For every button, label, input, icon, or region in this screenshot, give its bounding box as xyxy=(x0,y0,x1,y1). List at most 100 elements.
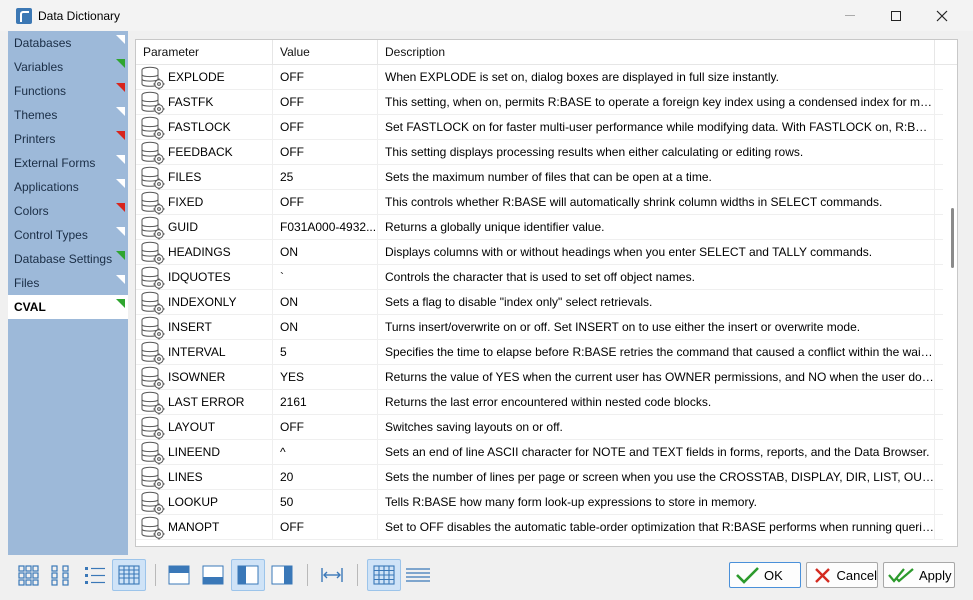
value-cell[interactable]: F031A000-4932... xyxy=(273,215,378,240)
sidebar-item-external-forms[interactable]: External Forms xyxy=(8,151,128,175)
table-row[interactable]: MANOPT OFF Set to OFF disables the automat… xyxy=(136,515,957,540)
table-row[interactable]: FIXED OFF This controls whether R:BASE wil… xyxy=(136,190,957,215)
table-row[interactable]: INDEXONLY ON Sets a flag to disable "index… xyxy=(136,290,957,315)
value-cell[interactable]: ^ xyxy=(273,440,378,465)
layout-left-button[interactable] xyxy=(231,559,265,591)
layout-right-button[interactable] xyxy=(265,559,299,591)
value-cell[interactable]: 2161 xyxy=(273,390,378,415)
corner-marker-icon xyxy=(116,131,125,140)
value-cell[interactable]: ` xyxy=(273,265,378,290)
sidebar-item-files[interactable]: Files xyxy=(8,271,128,295)
value-cell[interactable]: 20 xyxy=(273,465,378,490)
description-cell: Sets a flag to disable "index only" sele… xyxy=(378,290,935,315)
value-cell[interactable]: OFF xyxy=(273,90,378,115)
fit-columns-button[interactable] xyxy=(315,559,349,591)
sidebar-item-variables[interactable]: Variables xyxy=(8,55,128,79)
parameters-grid: Parameter Value Description EXPLODE OFF Wh… xyxy=(135,39,958,547)
sidebar-item-label: Database Settings xyxy=(14,252,113,266)
parameter-cell: LAYOUT xyxy=(136,415,273,440)
gridlines-icon xyxy=(373,565,395,585)
table-row[interactable]: FASTFK OFF This setting, when on, permits … xyxy=(136,90,957,115)
parameter-name: FEEDBACK xyxy=(168,145,233,159)
list-view-button[interactable] xyxy=(78,559,112,591)
window-title: Data Dictionary xyxy=(38,8,121,23)
value-cell[interactable]: OFF xyxy=(273,65,378,90)
description-cell: This setting, when on, permits R:BASE to… xyxy=(378,90,935,115)
sidebar-item-cval[interactable]: CVAL xyxy=(8,295,128,319)
vertical-scrollbar[interactable] xyxy=(943,65,957,546)
database-gear-icon xyxy=(140,116,166,140)
description-cell: This controls whether R:BASE will automa… xyxy=(378,190,935,215)
value-cell[interactable]: 5 xyxy=(273,340,378,365)
show-gridlines-button[interactable] xyxy=(367,559,401,591)
database-gear-icon xyxy=(140,516,166,540)
apply-button[interactable]: Apply xyxy=(883,562,955,588)
sidebar-item-control-types[interactable]: Control Types xyxy=(8,223,128,247)
table-row[interactable]: LOOKUP 50 Tells R:BASE how many form look-… xyxy=(136,490,957,515)
value-cell[interactable]: OFF xyxy=(273,140,378,165)
ok-button[interactable]: OK xyxy=(729,562,801,588)
table-row[interactable]: FILES 25 Sets the maximum number of files … xyxy=(136,165,957,190)
database-gear-icon xyxy=(140,491,166,515)
value-cell[interactable]: 25 xyxy=(273,165,378,190)
parameter-name: MANOPT xyxy=(168,520,220,534)
value-cell[interactable]: OFF xyxy=(273,415,378,440)
cancel-button[interactable]: Cancel xyxy=(806,562,878,588)
table-row[interactable]: INSERT ON Turns insert/overwrite on or off… xyxy=(136,315,957,340)
close-button[interactable] xyxy=(919,0,965,31)
checkmark-icon xyxy=(736,567,759,584)
sidebar-item-themes[interactable]: Themes xyxy=(8,103,128,127)
table-row[interactable]: EXPLODE OFF When EXPLODE is set on, dialog… xyxy=(136,65,957,90)
table-row[interactable]: IDQUOTES ` Controls the character that is … xyxy=(136,265,957,290)
database-gear-icon xyxy=(140,141,166,165)
parameter-cell: MANOPT xyxy=(136,515,273,540)
column-header-value[interactable]: Value xyxy=(273,40,378,65)
value-cell[interactable]: ON xyxy=(273,290,378,315)
layout-top-button[interactable] xyxy=(162,559,196,591)
table-row[interactable]: LINEEND ^ Sets an end of line ASCII charac… xyxy=(136,440,957,465)
bottom-toolbar: OK Cancel Apply xyxy=(0,555,973,600)
scrollbar-thumb[interactable] xyxy=(951,208,954,268)
table-row[interactable]: LINES 20 Sets the number of lines per page… xyxy=(136,465,957,490)
maximize-button[interactable] xyxy=(873,0,919,31)
layout-bottom-button[interactable] xyxy=(196,559,230,591)
table-row[interactable]: FEEDBACK OFF This setting displays process… xyxy=(136,140,957,165)
value-cell[interactable]: 50 xyxy=(273,490,378,515)
value-cell[interactable]: OFF xyxy=(273,515,378,540)
value-cell[interactable]: ON xyxy=(273,315,378,340)
sidebar-item-colors[interactable]: Colors xyxy=(8,199,128,223)
minimize-button[interactable] xyxy=(827,0,873,31)
value-cell[interactable]: ON xyxy=(273,240,378,265)
value-cell[interactable]: YES xyxy=(273,365,378,390)
list-icon xyxy=(85,567,105,584)
table-row[interactable]: HEADINGS ON Displays columns with or witho… xyxy=(136,240,957,265)
sidebar-item-applications[interactable]: Applications xyxy=(8,175,128,199)
small-icons-view-button[interactable] xyxy=(44,559,78,591)
database-gear-icon xyxy=(140,341,166,365)
table-row[interactable]: INTERVAL 5 Specifies the time to elapse be… xyxy=(136,340,957,365)
value-cell[interactable]: OFF xyxy=(273,190,378,215)
table-row[interactable]: LAYOUT OFF Switches saving layouts on or o… xyxy=(136,415,957,440)
database-gear-icon xyxy=(140,291,166,315)
row-lines-button[interactable] xyxy=(401,559,435,591)
value-cell[interactable]: OFF xyxy=(273,115,378,140)
sidebar-item-databases[interactable]: Databases xyxy=(8,31,128,55)
sidebar-item-database-settings[interactable]: Database Settings xyxy=(8,247,128,271)
column-header-parameter[interactable]: Parameter xyxy=(136,40,273,65)
large-icons-view-button[interactable] xyxy=(12,559,46,591)
sidebar-item-functions[interactable]: Functions xyxy=(8,79,128,103)
column-header-description[interactable]: Description xyxy=(378,40,935,65)
parameter-cell: FASTLOCK xyxy=(136,115,273,140)
table-row[interactable]: GUID F031A000-4932... Returns a globally u… xyxy=(136,215,957,240)
database-gear-icon xyxy=(140,316,166,340)
sidebar-item-printers[interactable]: Printers xyxy=(8,127,128,151)
table-row[interactable]: ISOWNER YES Returns the value of YES when … xyxy=(136,365,957,390)
table-row[interactable]: FASTLOCK OFF Set FASTLOCK on for faster mu… xyxy=(136,115,957,140)
description-cell: Sets the maximum number of files that ca… xyxy=(378,165,935,190)
database-gear-icon xyxy=(140,441,166,465)
details-view-button[interactable] xyxy=(112,559,146,591)
parameter-name: INSERT xyxy=(168,320,212,334)
cancel-label: Cancel xyxy=(836,567,877,583)
table-row[interactable]: LAST ERROR 2161 Returns the last error enc… xyxy=(136,390,957,415)
description-cell: This setting displays processing results… xyxy=(378,140,935,165)
